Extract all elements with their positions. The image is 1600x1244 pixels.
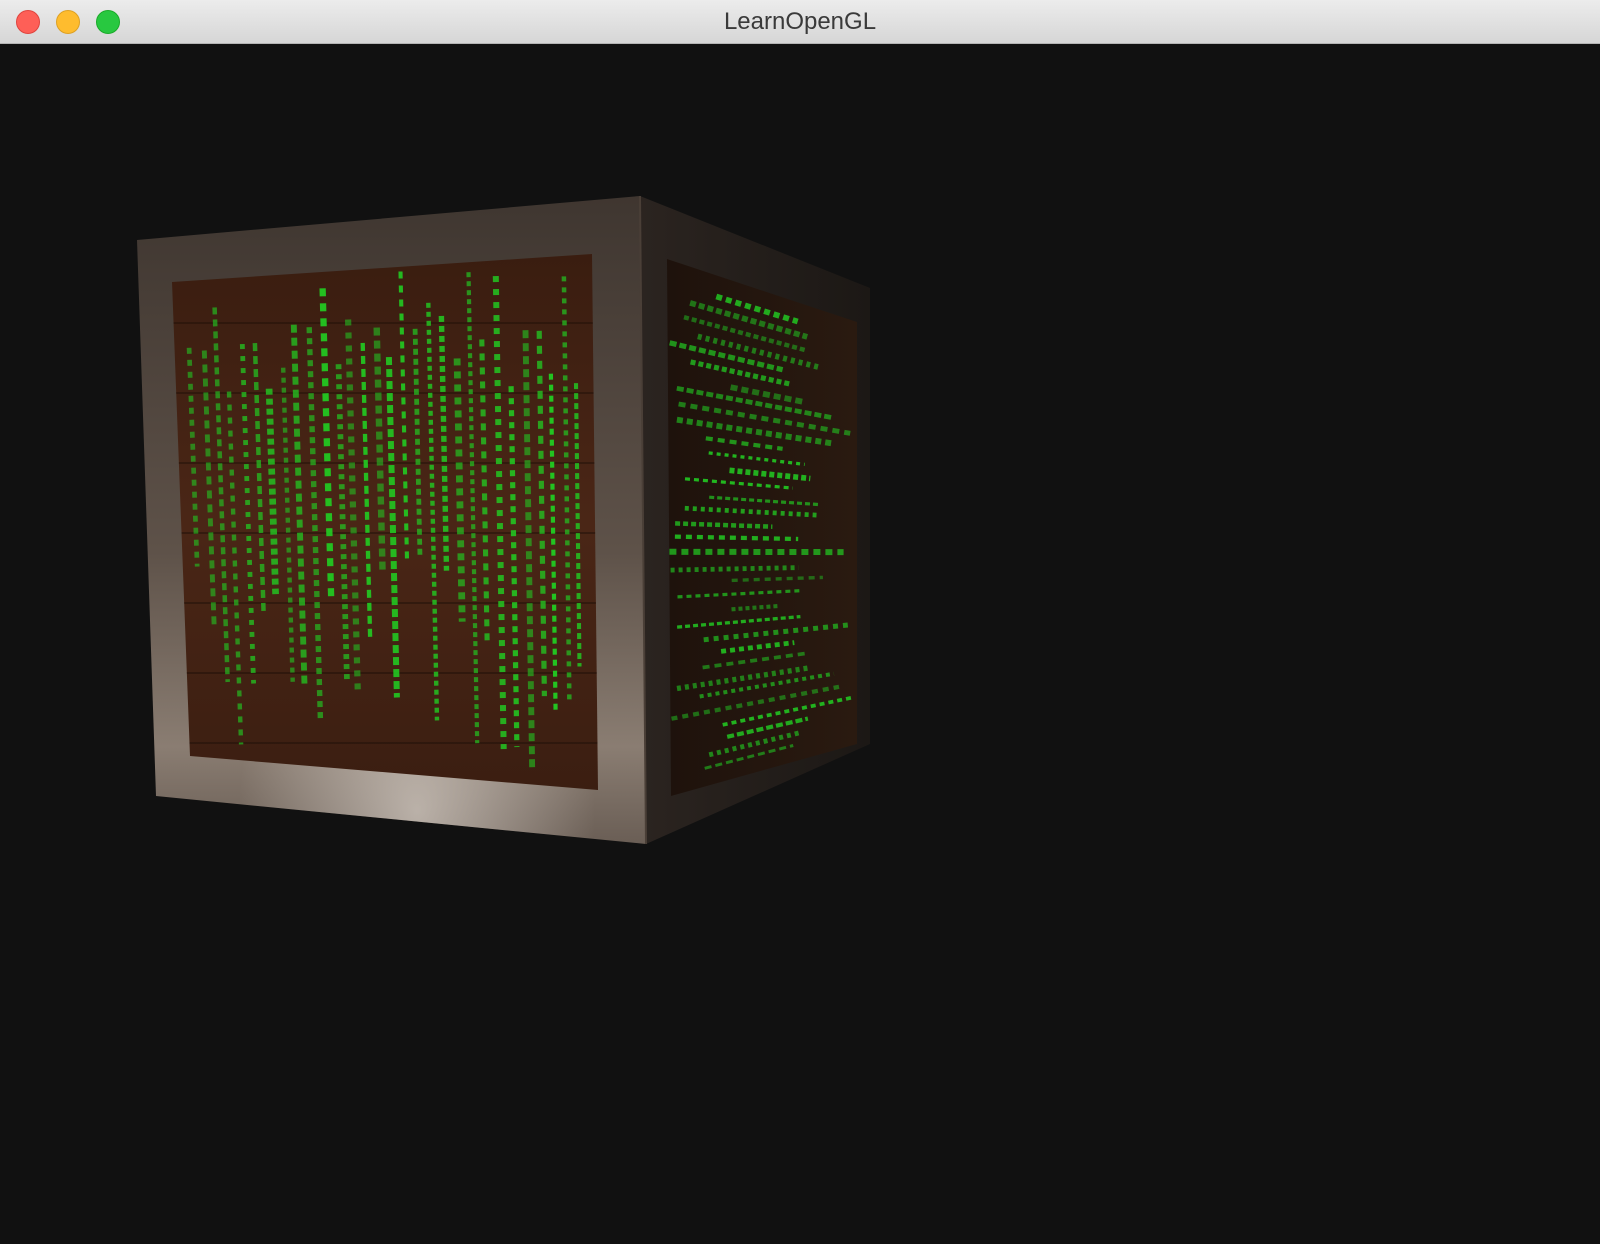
app-window: LearnOpenGL <box>0 0 1600 1244</box>
render-viewport[interactable] <box>0 44 1600 1244</box>
window-title: LearnOpenGL <box>723 8 877 35</box>
scene-canvas <box>137 195 870 845</box>
title-bar[interactable]: LearnOpenGL <box>0 0 1600 44</box>
